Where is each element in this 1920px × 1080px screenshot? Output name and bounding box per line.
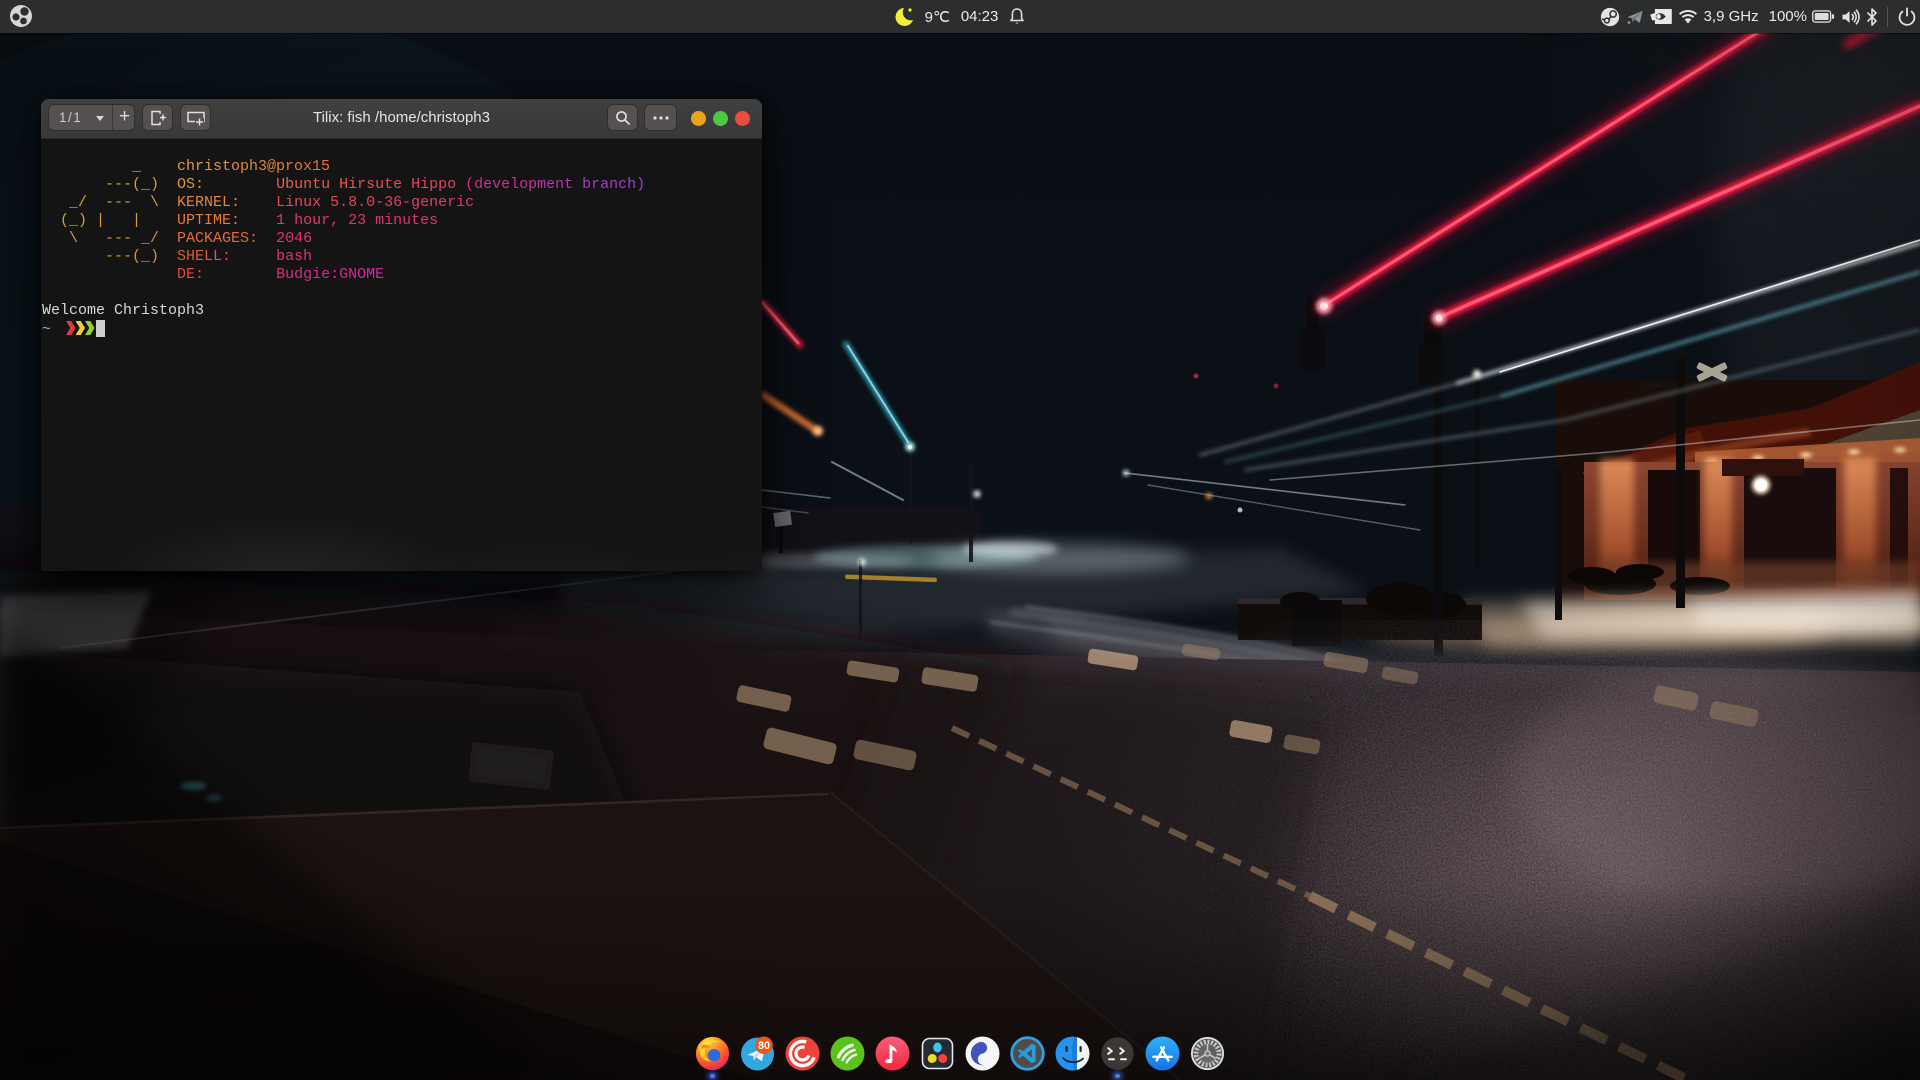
svg-text:80: 80 [758, 1040, 770, 1052]
